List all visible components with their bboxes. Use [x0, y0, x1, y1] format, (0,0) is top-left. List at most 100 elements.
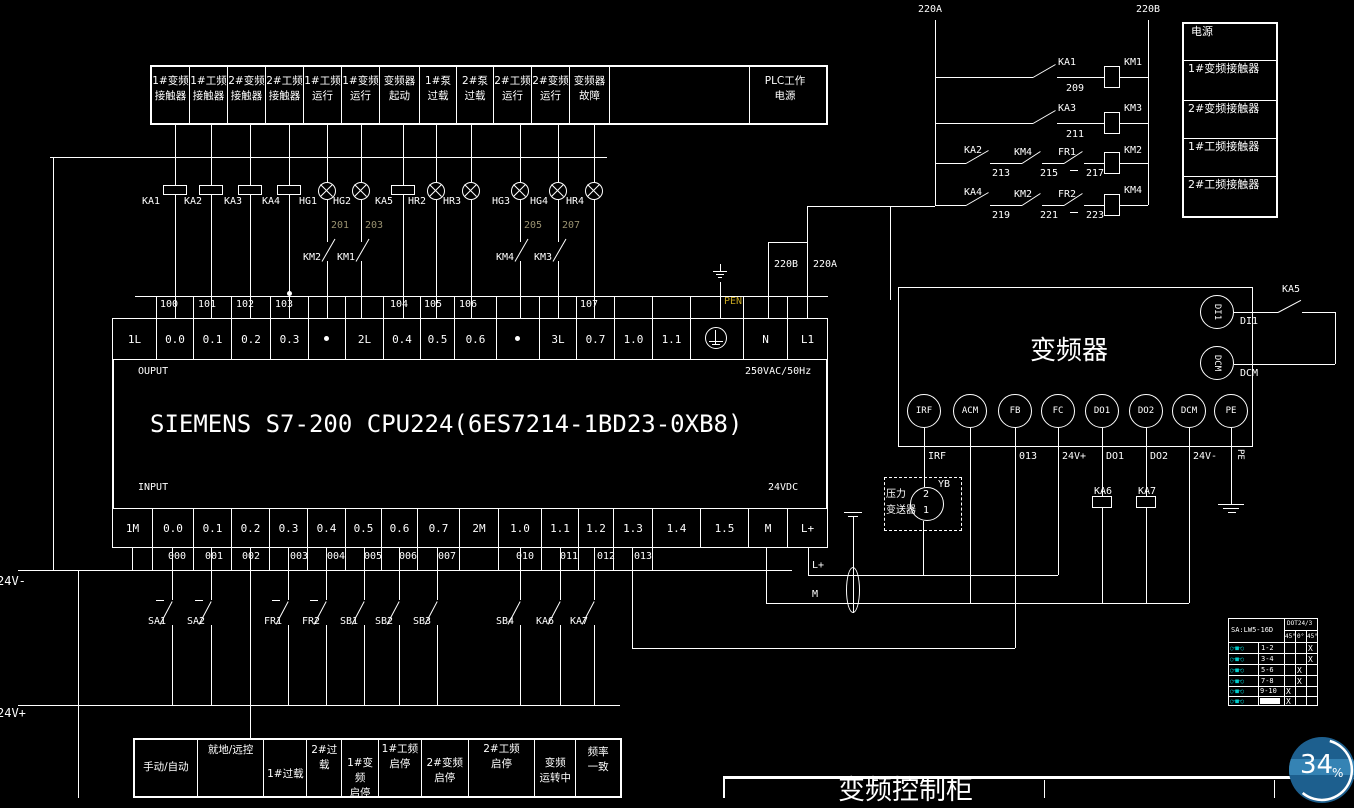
wire-label: 013	[1019, 451, 1037, 462]
wire	[327, 261, 328, 318]
plc-terminal: 1.1	[652, 318, 691, 360]
wire-number: 209	[1066, 83, 1084, 94]
plc-terminal: 0.6	[454, 318, 497, 360]
wire	[175, 125, 176, 185]
switch-label: KA7	[570, 616, 588, 627]
cell-text: 就地/远控	[198, 743, 264, 758]
earth-icon	[844, 512, 862, 513]
pen-label: PEN	[724, 296, 742, 307]
strip-tick	[345, 548, 346, 570]
table-cell: 2#变频运行	[532, 67, 570, 123]
switch-contact-icon: ○─■─○	[1230, 645, 1243, 652]
coil-ka7	[1136, 496, 1156, 508]
ground-icon	[1223, 508, 1239, 509]
strip-tick	[270, 296, 271, 318]
table-cell: 1#变频运行	[342, 67, 380, 123]
cell-text: 1#过载	[264, 767, 306, 782]
table-line	[1284, 630, 1318, 631]
strip-tick	[269, 548, 270, 570]
plc-terminal: 1.2	[578, 508, 614, 548]
table-line	[1228, 642, 1318, 643]
device-label: HG2	[333, 196, 351, 207]
wire-number: 102	[236, 299, 254, 310]
transmitter-pin: 2	[923, 489, 929, 500]
sa-title: SA:LW5-16D	[1231, 626, 1273, 634]
cell-text: 1#变频	[342, 74, 379, 89]
wire	[970, 428, 971, 603]
earth-icon	[713, 271, 727, 272]
cell-text: 启停	[379, 757, 421, 772]
wire	[1120, 205, 1148, 206]
strip-tick	[496, 296, 497, 318]
strip-tick	[614, 296, 615, 318]
device-label: HG1	[299, 196, 317, 207]
wire-number: 004	[327, 551, 345, 562]
contact-label: KM4	[1014, 147, 1032, 158]
coil-ka2	[199, 185, 223, 195]
strip-line	[135, 296, 828, 297]
cell-text: 过载	[420, 89, 456, 104]
wire	[558, 261, 559, 318]
switch-contact-icon: ○─■─○	[1230, 667, 1243, 674]
progress-badge[interactable]: 34 %	[1288, 736, 1354, 804]
lamp-hg4	[549, 182, 567, 200]
plc-terminal: 0.0	[152, 508, 194, 548]
wire	[1120, 163, 1148, 164]
contact-label: KM2	[1014, 189, 1032, 200]
wire	[520, 200, 521, 242]
wire	[1084, 205, 1104, 206]
table-line	[1228, 696, 1318, 697]
wire	[399, 548, 400, 600]
strip-tick	[787, 296, 788, 318]
strip-tick	[539, 296, 540, 318]
wire	[288, 548, 289, 600]
selector-tick	[195, 600, 203, 601]
coil-km2	[1104, 152, 1120, 174]
plc-output-rating: 250VAC/50Hz	[745, 366, 811, 377]
wire	[558, 125, 559, 182]
coil-ka3	[238, 185, 262, 195]
table-cell: 变频运转中	[535, 740, 576, 796]
wire	[289, 125, 290, 185]
wire	[560, 548, 561, 600]
device-label: HR3	[443, 196, 461, 207]
cell-text: 2#变频	[422, 756, 468, 771]
wire	[361, 261, 362, 318]
plc-output-label: OUPUT	[138, 366, 168, 377]
device-label: HR2	[408, 196, 426, 207]
cell-text: 2#变频	[532, 74, 569, 89]
wire	[768, 242, 808, 243]
terminal-text: DCM	[1212, 355, 1222, 371]
coil-km3	[1104, 112, 1120, 134]
wire-number: 205	[524, 220, 542, 231]
device-label: KA5	[375, 196, 393, 207]
selector-tick	[310, 600, 318, 601]
sa-row-label: 1-2	[1261, 644, 1274, 652]
plc-terminal: 0.2	[231, 318, 271, 360]
wire	[768, 242, 769, 318]
contact-label: KA1	[1058, 57, 1076, 68]
wire	[1302, 312, 1335, 313]
coil-ka4	[277, 185, 301, 195]
cell-text: 频率	[576, 745, 620, 760]
sa-angle: 45°	[1285, 633, 1296, 640]
wire	[399, 625, 400, 705]
plc-terminal: 0.2	[231, 508, 270, 548]
strip-tick	[652, 548, 653, 570]
wire	[364, 625, 365, 705]
sa-angle: 0°	[1297, 633, 1304, 640]
contact-ka5	[1278, 300, 1301, 313]
plc-terminal: 0.4	[307, 508, 346, 548]
device-label: KA2	[184, 196, 202, 207]
strip-tick	[576, 296, 577, 318]
lamp-hg3	[511, 182, 529, 200]
wire-number: 007	[438, 551, 456, 562]
wire-number: 213	[992, 168, 1010, 179]
wire	[1070, 212, 1078, 213]
wire-number: 219	[992, 210, 1010, 221]
plc-terminal: 2M	[459, 508, 499, 548]
wire	[1335, 312, 1336, 364]
wire	[766, 603, 1189, 604]
wire-number: 221	[1040, 210, 1058, 221]
plc-terminal: 2L	[345, 318, 384, 360]
